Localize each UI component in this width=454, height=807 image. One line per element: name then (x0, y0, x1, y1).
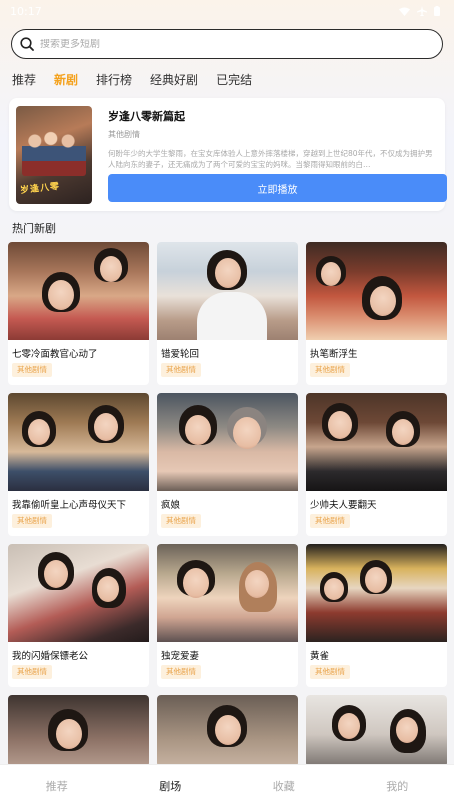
status-time: 10:17 (10, 4, 42, 18)
drama-tag: 其他剧情 (310, 363, 350, 377)
search-input[interactable] (40, 38, 420, 50)
nav-theater[interactable]: 剧场 (114, 778, 227, 794)
play-now-button[interactable]: 立即播放 (108, 174, 447, 202)
drama-title: 执笔断浮生 (310, 349, 358, 360)
nav-recommend[interactable]: 推荐 (0, 778, 113, 794)
featured-description: 何盼年少的大学生黎雨，在宝女库体验人上意外摔落楼梯，穿越到上世纪80年代，不仅成… (108, 149, 433, 169)
drama-thumbnail (8, 695, 149, 767)
drama-tag: 其他剧情 (310, 514, 350, 528)
status-icons (399, 6, 440, 16)
drama-card[interactable]: 少帅夫人要翻天 其他剧情 (306, 393, 447, 536)
featured-poster[interactable]: 岁逢八零 (16, 106, 92, 204)
drama-title: 黄雀 (310, 651, 330, 662)
tab-ranking[interactable]: 排行榜 (96, 71, 132, 88)
category-tabs: 推荐 新剧 排行榜 经典好剧 已完结 (12, 70, 252, 88)
drama-title: 我靠偷听皇上心声母仪天下 (12, 500, 127, 511)
drama-title: 少帅夫人要翻天 (310, 500, 377, 511)
drama-card[interactable] (306, 695, 447, 767)
drama-card[interactable]: 独宠爱妻 其他剧情 (157, 544, 298, 687)
drama-tag: 其他剧情 (161, 665, 201, 679)
poster-art (22, 126, 86, 176)
search-icon (20, 37, 34, 51)
nav-favorites[interactable]: 收藏 (227, 778, 340, 794)
drama-thumbnail (8, 393, 149, 491)
drama-thumbnail (306, 393, 447, 491)
drama-card[interactable]: 执笔断浮生 其他剧情 (306, 242, 447, 385)
drama-thumbnail (8, 544, 149, 642)
drama-tag: 其他剧情 (12, 363, 52, 377)
nav-mine[interactable]: 我的 (341, 778, 454, 794)
drama-title: 错爱轮回 (161, 349, 200, 360)
drama-thumbnail (157, 544, 298, 642)
drama-title: 七零冷面教官心动了 (12, 349, 98, 360)
drama-tag: 其他剧情 (12, 665, 52, 679)
drama-card[interactable]: 我的闪婚保镖老公 其他剧情 (8, 544, 149, 687)
tab-completed[interactable]: 已完结 (216, 71, 252, 88)
drama-grid: 七零冷面教官心动了 其他剧情 错爱轮回 其他剧情 执笔断浮生 其他剧情 我靠偷听… (8, 242, 448, 767)
drama-card[interactable] (8, 695, 149, 767)
drama-tag: 其他剧情 (310, 665, 350, 679)
featured-title: 岁逢八零新篇起 (108, 110, 185, 123)
featured-category: 其他剧情 (108, 130, 140, 139)
battery-icon (434, 6, 440, 16)
drama-tag: 其他剧情 (161, 514, 201, 528)
drama-card[interactable] (157, 695, 298, 767)
drama-thumbnail (306, 544, 447, 642)
drama-card[interactable]: 疯娘 其他剧情 (157, 393, 298, 536)
search-bar[interactable] (11, 29, 443, 59)
featured-card[interactable]: 岁逢八零 岁逢八零新篇起 其他剧情 何盼年少的大学生黎雨，在宝女库体验人上意外摔… (9, 98, 447, 211)
drama-tag: 其他剧情 (12, 514, 52, 528)
section-title: 热门新剧 (12, 222, 56, 235)
drama-thumbnail (306, 695, 447, 767)
drama-title: 疯娘 (161, 500, 181, 511)
poster-title-text: 岁逢八零 (19, 181, 61, 197)
tab-new-drama[interactable]: 新剧 (54, 71, 78, 88)
drama-thumbnail (157, 695, 298, 767)
drama-card[interactable]: 错爱轮回 其他剧情 (157, 242, 298, 385)
airplane-icon (417, 6, 427, 16)
drama-thumbnail (8, 242, 149, 340)
drama-thumbnail (157, 242, 298, 340)
drama-title: 我的闪婚保镖老公 (12, 651, 89, 662)
tab-recommend[interactable]: 推荐 (12, 71, 36, 88)
drama-card[interactable]: 黄雀 其他剧情 (306, 544, 447, 687)
tab-classic[interactable]: 经典好剧 (150, 71, 198, 88)
drama-card[interactable]: 七零冷面教官心动了 其他剧情 (8, 242, 149, 385)
drama-thumbnail (157, 393, 298, 491)
status-bar: 10:17 (0, 0, 454, 22)
wifi-icon (399, 7, 410, 16)
drama-tag: 其他剧情 (161, 363, 201, 377)
bottom-nav: 推荐 剧场 收藏 我的 (0, 764, 454, 807)
drama-title: 独宠爱妻 (161, 651, 200, 662)
drama-thumbnail (306, 242, 447, 340)
drama-card[interactable]: 我靠偷听皇上心声母仪天下 其他剧情 (8, 393, 149, 536)
